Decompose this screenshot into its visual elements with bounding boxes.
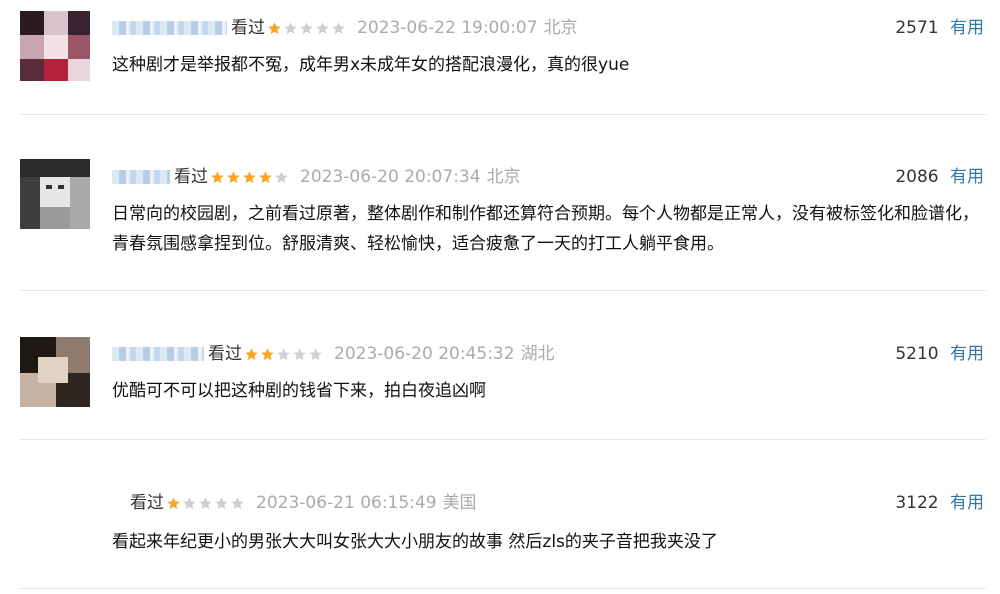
divider <box>20 588 986 589</box>
review-content: 看起来年纪更小的男张大大叫女张大大小朋友的故事 然后zls的夹子音把我夹没了 <box>112 532 718 552</box>
star-icon <box>308 347 323 362</box>
rating-stars <box>244 347 324 362</box>
star-icon <box>214 496 229 511</box>
review-location: 湖北 <box>520 344 555 364</box>
star-icon <box>242 170 257 185</box>
star-icon <box>244 347 259 362</box>
useful-vote-button[interactable]: 有用 <box>950 344 984 364</box>
divider <box>20 439 986 440</box>
watched-label: 看过 <box>130 493 164 513</box>
review-time: 2023-06-21 06:15:49 <box>256 493 437 513</box>
watched-label: 看过 <box>174 167 208 187</box>
useful-count: 5210 <box>895 344 939 364</box>
watched-label: 看过 <box>208 344 242 364</box>
star-icon <box>292 347 307 362</box>
useful-vote-button[interactable]: 有用 <box>950 167 984 187</box>
star-icon <box>274 170 289 185</box>
review-time: 2023-06-20 20:45:32 <box>334 344 515 364</box>
avatar[interactable] <box>20 159 90 229</box>
review-location: 北京 <box>486 167 521 187</box>
review-time: 2023-06-22 19:00:07 <box>357 18 538 38</box>
avatar[interactable] <box>20 337 90 407</box>
divider <box>20 290 986 291</box>
username[interactable] <box>112 21 227 35</box>
useful-area: 2571 有用 <box>895 15 984 41</box>
rating-stars <box>166 496 246 511</box>
useful-area: 2086 有用 <box>895 164 984 190</box>
useful-vote-button[interactable]: 有用 <box>950 18 984 38</box>
useful-count: 2086 <box>895 167 939 187</box>
star-icon <box>267 21 282 36</box>
avatar[interactable] <box>20 11 90 81</box>
review-content: 日常向的校园剧，之前看过原著，整体剧作和制作都还算符合预期。每个人物都是正常人，… <box>112 204 979 254</box>
star-icon <box>230 496 245 511</box>
review-content: 这种剧才是举报都不冤，成年男x未成年女的搭配浪漫化，真的很yue <box>112 55 630 75</box>
username[interactable] <box>112 170 170 184</box>
star-icon <box>276 347 291 362</box>
useful-vote-button[interactable]: 有用 <box>950 493 984 513</box>
star-icon <box>260 347 275 362</box>
star-icon <box>182 496 197 511</box>
divider <box>20 114 986 115</box>
useful-area: 3122 有用 <box>895 490 984 516</box>
star-icon <box>258 170 273 185</box>
useful-count: 3122 <box>895 493 939 513</box>
star-icon <box>299 21 314 36</box>
rating-stars <box>267 21 347 36</box>
username[interactable] <box>112 347 204 361</box>
star-icon <box>315 21 330 36</box>
watched-label: 看过 <box>231 18 265 38</box>
star-icon <box>331 21 346 36</box>
review-location: 美国 <box>442 493 477 513</box>
review-content: 优酷可不可以把这种剧的钱省下来，拍白夜追凶啊 <box>112 381 486 401</box>
star-icon <box>166 496 181 511</box>
useful-count: 2571 <box>895 18 939 38</box>
review-time: 2023-06-20 20:07:34 <box>300 167 481 187</box>
star-icon <box>283 21 298 36</box>
rating-stars <box>210 170 290 185</box>
useful-area: 5210 有用 <box>895 341 984 367</box>
star-icon <box>226 170 241 185</box>
star-icon <box>198 496 213 511</box>
review-location: 北京 <box>543 18 578 38</box>
star-icon <box>210 170 225 185</box>
